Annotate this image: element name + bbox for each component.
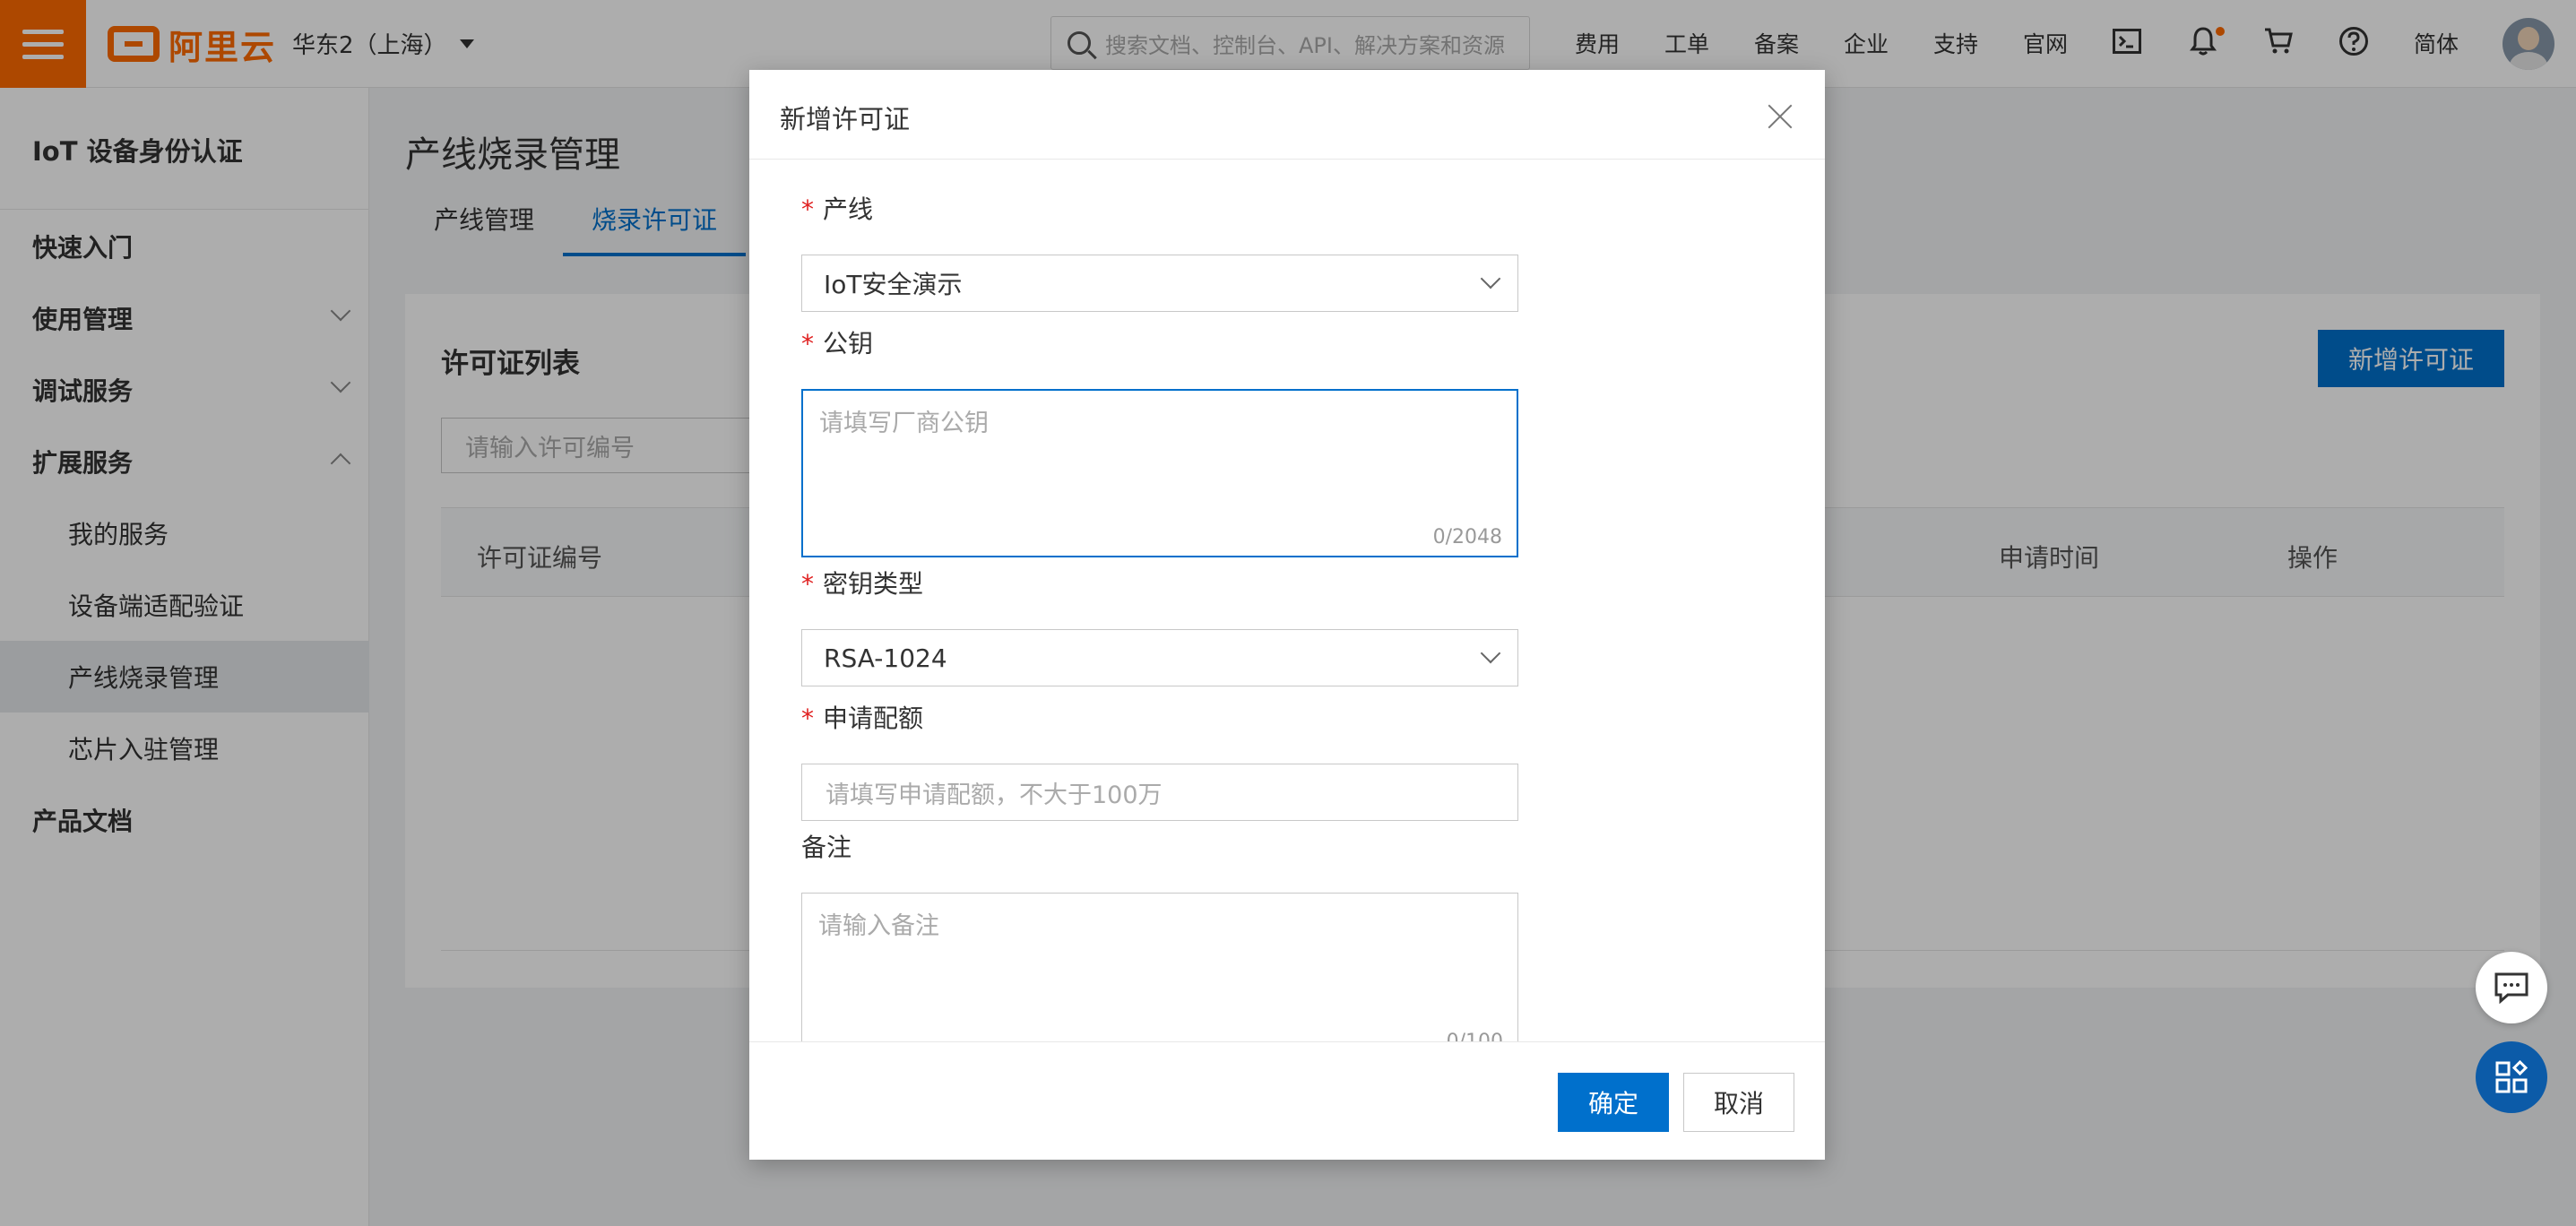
quota-placeholder: 请填写申请配额，不大于100万: [826, 781, 1163, 809]
confirm-button[interactable]: 确定: [1558, 1073, 1669, 1132]
field-label-key-type: * 密钥类型: [801, 565, 923, 600]
dialog-footer: 确定 取消: [749, 1041, 1825, 1160]
required-mark: *: [801, 569, 814, 599]
remark-placeholder: 请输入备注: [818, 912, 939, 940]
dialog-title: 新增许可证: [780, 104, 911, 134]
apps-icon: [2495, 1060, 2528, 1093]
pubkey-textarea[interactable]: 请填写厂商公钥 0/2048: [801, 389, 1518, 557]
required-mark: *: [801, 704, 814, 733]
key-type-value: RSA-1024: [824, 643, 947, 673]
remark-char-counter: 0/100: [1447, 1031, 1503, 1041]
add-license-dialog: 新增许可证 * 产线 IoT安全演示 * 公钥 请填写厂商公钥 0/2048 * 密钥…: [749, 70, 1825, 1160]
field-label-line: * 产线: [801, 190, 873, 226]
dialog-header: 新增许可证: [749, 70, 1825, 160]
line-select-value: IoT安全演示: [824, 270, 963, 299]
required-mark: *: [801, 329, 814, 358]
chat-icon: [2494, 972, 2528, 1004]
chat-button[interactable]: [2476, 952, 2547, 1023]
pubkey-char-counter: 0/2048: [1432, 526, 1502, 548]
field-label-pubkey: * 公钥: [801, 324, 873, 360]
close-icon[interactable]: [1768, 104, 1793, 129]
dialog-body: * 产线 IoT安全演示 * 公钥 请填写厂商公钥 0/2048 * 密钥类型 RSA…: [749, 160, 1825, 1041]
pubkey-placeholder: 请填写厂商公钥: [819, 410, 989, 437]
label-text: 公钥: [823, 329, 874, 358]
chevron-down-icon: [1480, 643, 1501, 664]
label-text: 密钥类型: [823, 569, 924, 599]
line-select[interactable]: IoT安全演示: [801, 255, 1518, 312]
quota-input[interactable]: 请填写申请配额，不大于100万: [801, 764, 1518, 821]
label-text: 产线: [823, 194, 874, 224]
chevron-down-icon: [1480, 268, 1501, 289]
field-label-quota: * 申请配额: [801, 699, 923, 735]
required-mark: *: [801, 194, 814, 224]
label-text: 申请配额: [823, 704, 924, 733]
label-text: 备注: [801, 833, 852, 862]
key-type-select[interactable]: RSA-1024: [801, 629, 1518, 686]
cancel-button[interactable]: 取消: [1683, 1073, 1794, 1132]
field-label-remark: 备注: [801, 828, 851, 864]
apps-button[interactable]: [2476, 1041, 2547, 1113]
remark-textarea[interactable]: 请输入备注 0/100: [801, 893, 1518, 1041]
